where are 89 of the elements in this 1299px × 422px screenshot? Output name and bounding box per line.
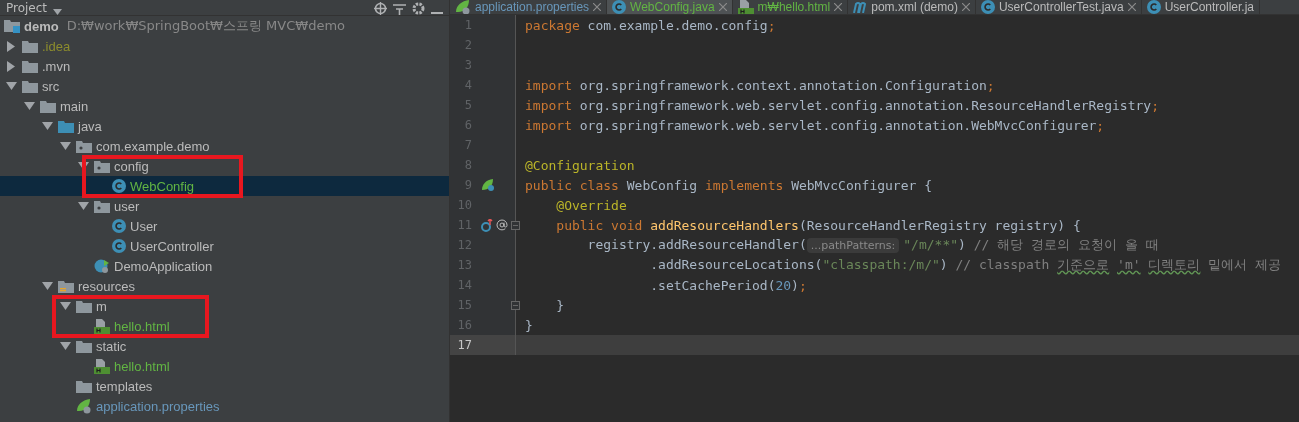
tree-item[interactable]: User [0, 216, 449, 236]
module-icon [4, 19, 20, 33]
tree-item[interactable]: templates [0, 376, 449, 396]
locate-icon[interactable] [374, 2, 387, 15]
resources-folder-icon [58, 279, 74, 293]
tree-item[interactable]: application.properties [0, 396, 449, 416]
tree-item[interactable]: hello.html [0, 356, 449, 376]
fold-icon[interactable] [511, 220, 520, 230]
collapse-arrow-icon[interactable] [5, 82, 17, 90]
collapse-arrow-icon[interactable] [59, 342, 71, 350]
html-file-icon [94, 318, 110, 334]
project-path: D:₩work₩SpringBoot₩스프링 MVC₩demo [66, 17, 345, 35]
package-icon [76, 139, 92, 153]
tree-item[interactable]: DemoApplication [0, 256, 449, 276]
tree-item[interactable]: demo D:₩work₩SpringBoot₩스프링 MVC₩demo [0, 16, 449, 36]
maven-icon [853, 1, 868, 13]
folder-icon [76, 339, 92, 353]
code-line: } [555, 297, 565, 313]
tree-item[interactable]: .mvn [0, 56, 449, 76]
fold-icon[interactable] [511, 300, 520, 310]
expand-arrow-icon[interactable] [7, 40, 15, 52]
class-icon [112, 179, 126, 193]
expand-arrow-icon[interactable] [7, 60, 15, 72]
line-number: 17 [456, 338, 472, 352]
folder-icon [22, 79, 38, 93]
close-icon[interactable] [593, 3, 602, 11]
tree-item[interactable]: src [0, 76, 449, 96]
code-line: .setCachePeriod(20); [649, 277, 807, 293]
code-line: @Configuration [525, 157, 635, 173]
class-icon [112, 239, 126, 253]
class-icon [112, 219, 126, 233]
code-line: public void addResourceHandlers(ResourceHandlerRegistry registry) { [555, 217, 1081, 233]
collapse-arrow-icon[interactable] [77, 202, 89, 210]
tree-item[interactable]: java [0, 116, 449, 136]
code-line: import org.springframework.web.servlet.config.annotation.ResourceHandlerRegistry; [525, 97, 1159, 113]
code-line: .addResourceLocations("classpath:/m/") // classpath 기준으로 'm' 디렉토리 밑에서 제공 [649, 256, 1282, 274]
tree-item[interactable]: m [0, 296, 449, 316]
folder-icon [22, 39, 38, 53]
code-line: import org.springframework.web.servlet.config.annotation.WebMvcConfigurer; [525, 117, 1105, 133]
properties-file-icon [455, 0, 471, 14]
editor-tab[interactable]: m₩hello.html [732, 0, 849, 14]
code-line: registry.addResourceHandler( ...pathPatterns: "/m/**") // 해당 경로의 요청이 올 때 [586, 236, 1159, 254]
tree-item[interactable]: hello.html [0, 316, 449, 336]
tree-item[interactable]: user [0, 196, 449, 216]
tree-item[interactable]: UserController [0, 236, 449, 256]
close-icon[interactable] [718, 3, 727, 11]
editor-tab[interactable]: UserController.ja [1141, 0, 1261, 14]
tree-item[interactable]: resources [0, 276, 449, 296]
code-line: package com.example.demo.config; [525, 17, 776, 33]
override-gutter-icon[interactable] [481, 218, 493, 232]
code-line: import org.springframework.context.annotation.Configuration; [525, 77, 995, 93]
tree-item[interactable]: .idea [0, 36, 449, 56]
close-icon[interactable] [961, 3, 970, 11]
package-icon [94, 159, 110, 173]
close-icon[interactable] [834, 3, 843, 11]
code-line: } [525, 317, 533, 333]
class-run-icon [94, 258, 110, 274]
editor-tab[interactable]: pom.xml (demo) [848, 0, 976, 14]
collapse-arrow-icon[interactable] [23, 102, 35, 110]
editor-tab[interactable]: WebConfig.java [607, 0, 733, 14]
close-icon[interactable] [1127, 3, 1136, 11]
annotation-gutter-icon[interactable] [496, 219, 508, 231]
settings-icon[interactable] [412, 2, 425, 15]
minimize-icon[interactable] [431, 11, 443, 15]
tree-item[interactable]: static [0, 336, 449, 356]
tree-item[interactable]: main [0, 96, 449, 116]
folder-icon [58, 119, 74, 133]
collapse-arrow-icon[interactable] [59, 302, 71, 310]
folder-icon [22, 59, 38, 73]
editor-tab[interactable]: application.properties [450, 0, 608, 14]
collapse-arrow-icon[interactable] [59, 142, 71, 150]
editor-tab[interactable]: UserControllerTest.java [975, 0, 1142, 14]
collapse-arrow-icon[interactable] [41, 122, 53, 130]
folder-icon [40, 99, 56, 113]
folder-icon [76, 299, 92, 313]
code-line: public class WebConfig implements WebMvcConfigurer { [525, 177, 932, 193]
package-icon [94, 199, 110, 213]
html-file-icon [94, 358, 110, 374]
collapse-arrow-icon[interactable] [41, 282, 53, 290]
tree-item[interactable]: com.example.demo [0, 136, 449, 156]
tree-item[interactable]: WebConfig [0, 176, 449, 196]
html-file-icon [737, 0, 754, 14]
collapse-all-icon[interactable] [393, 4, 406, 15]
properties-file-icon [76, 398, 92, 414]
code-line: @Override [555, 197, 627, 213]
dropdown-caret-icon[interactable] [53, 9, 63, 15]
bean-gutter-icon[interactable] [481, 178, 495, 192]
folder-icon [76, 379, 92, 393]
panel-title[interactable]: Project [6, 2, 48, 15]
